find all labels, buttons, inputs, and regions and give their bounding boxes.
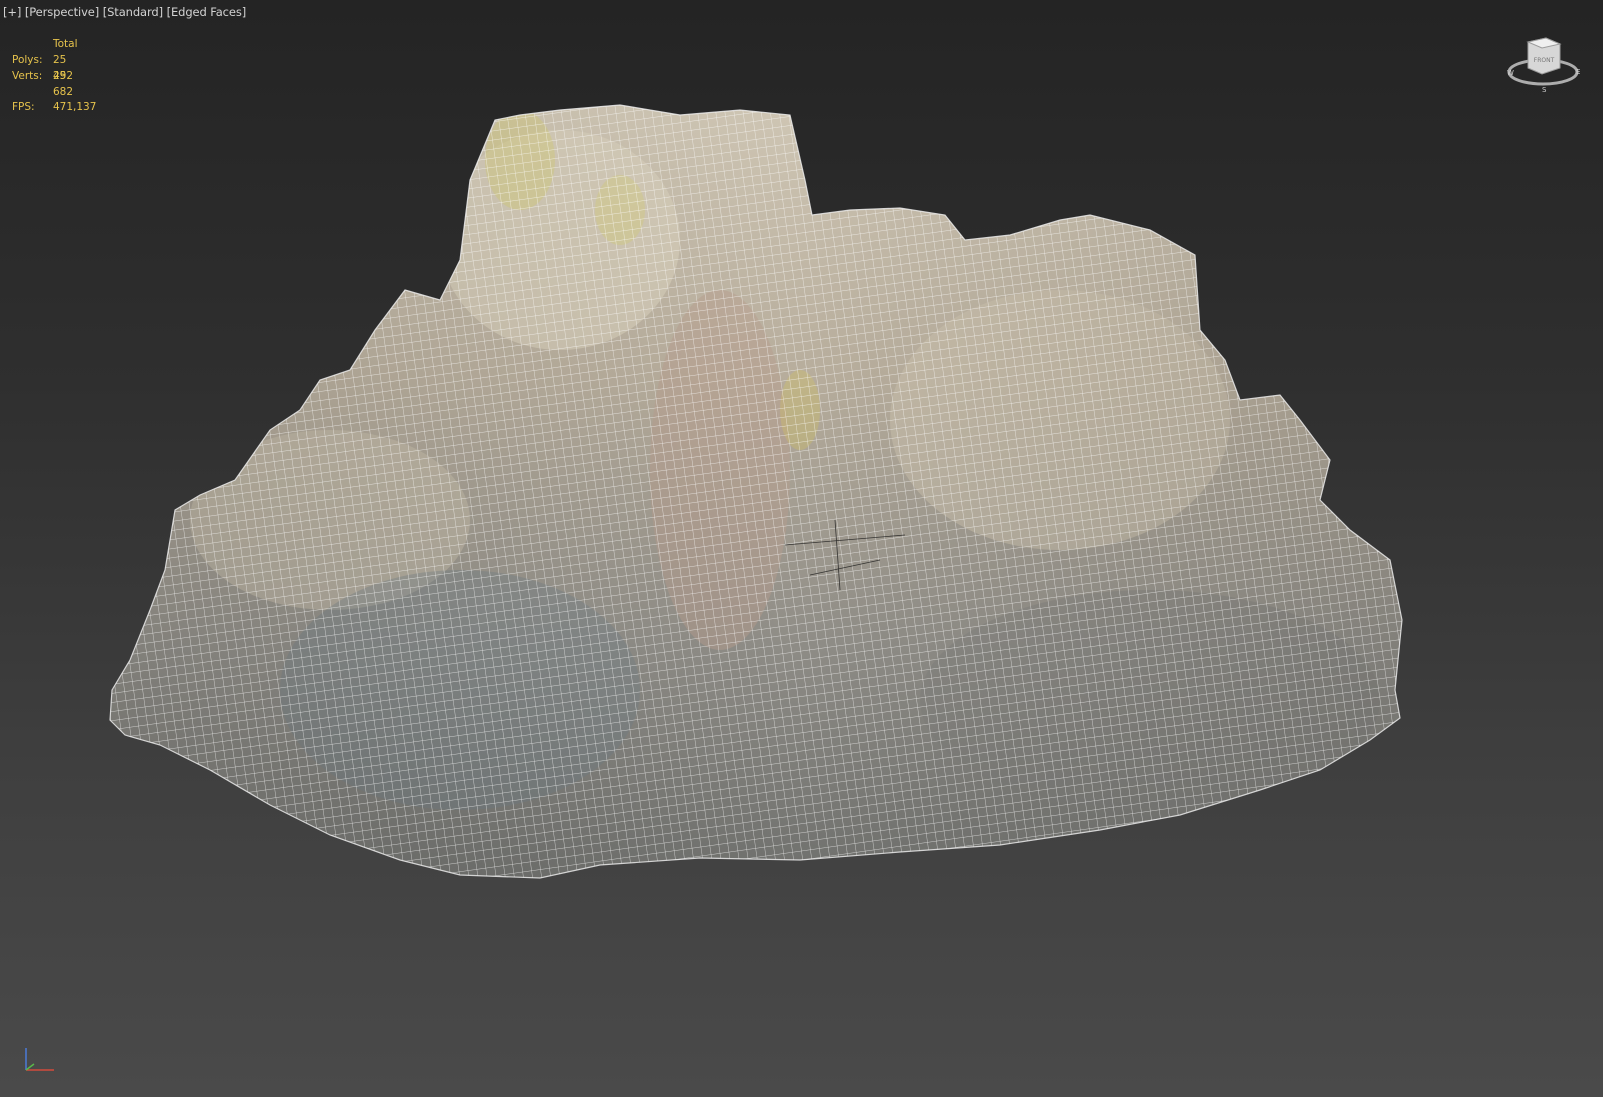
rock-mesh-object[interactable] <box>0 0 1603 1097</box>
compass-west-label: W <box>1507 69 1514 77</box>
compass-south-label: S <box>1542 86 1547 94</box>
viewcube-face-label[interactable]: FRONT <box>1534 57 1555 64</box>
viewcube[interactable]: FRONT W S E <box>1500 30 1586 96</box>
axis-tripod-icon <box>25 1048 54 1071</box>
3d-viewport[interactable]: [+] [Perspective] [Standard] [Edged Face… <box>0 0 1603 1097</box>
rock-surface <box>109 104 1403 879</box>
compass-east-label: E <box>1576 68 1580 76</box>
